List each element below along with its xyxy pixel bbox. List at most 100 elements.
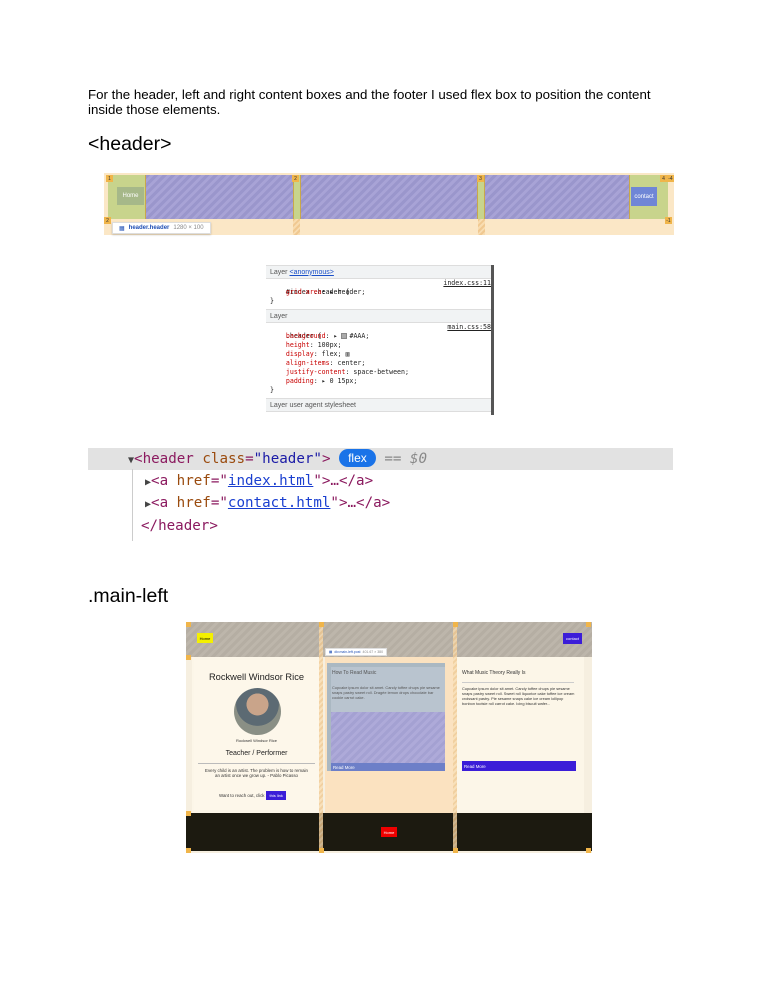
- element-tooltip: ▦ header.header 1280 × 100: [112, 222, 211, 234]
- collapsed-content: >…</a>: [321, 473, 374, 489]
- css-value: header;: [337, 288, 366, 296]
- css-declaration[interactable]: padding: ▸ 0 15px;: [266, 377, 491, 386]
- contact-link: contact: [563, 633, 582, 644]
- grid-line-marker: [186, 655, 191, 660]
- main-left-screenshot: Home contact Rockwell Windsor Rice Rockw…: [186, 622, 592, 853]
- post-title: How To Read Music: [332, 670, 377, 676]
- href-link[interactable]: contact.html: [228, 495, 331, 511]
- header-grid-screenshot: Home contact 1 2 3 4 -4 2 -1 ▦ header.he…: [104, 173, 674, 239]
- css-selector: #index .header { index.css:11: [266, 279, 491, 296]
- css-rule-close: }: [270, 297, 274, 305]
- grid-gap-stripe: [319, 622, 323, 853]
- dom-node-a[interactable]: ▶<a href="index.html">…</a>: [88, 470, 373, 492]
- grid-line-marker: [586, 622, 591, 627]
- devtools-elements-panel: ▼<header class="header"> flex == $0 ▶<a …: [88, 446, 673, 542]
- css-source-link[interactable]: main.css:58: [447, 323, 491, 332]
- post-body: Cupcake ipsum dolor sit amet. Candy toff…: [462, 686, 575, 706]
- grid-line-marker: [319, 622, 324, 627]
- post-body: Cupcake ipsum dolor sit amet. Candy toff…: [332, 685, 440, 700]
- grid-line-number: -4: [667, 175, 674, 182]
- grid-line-number: 4: [660, 175, 667, 182]
- layer-heading: Layer user agent stylesheet: [266, 398, 491, 412]
- profile-name: Rockwell Windsor Rice: [208, 672, 305, 682]
- reach-link-button: this link: [266, 791, 286, 800]
- css-declaration[interactable]: justify-content: space-between;: [266, 368, 491, 377]
- tooltip-element-dims: 1280 × 100: [173, 225, 204, 231]
- grid-line-number: 2: [104, 217, 111, 224]
- tooltip-element-name: header.header: [128, 225, 170, 231]
- avatar-caption: Rockwell Windsor Rice: [236, 738, 277, 743]
- section-title-header: <header>: [88, 133, 172, 155]
- grid-line-number: 2: [292, 175, 299, 182]
- grid-line-marker: [586, 848, 591, 853]
- grid-icon: ▦: [329, 650, 333, 654]
- read-more-button: Read More: [331, 763, 445, 771]
- css-declaration[interactable]: background: ▸ #AAA;: [266, 332, 491, 341]
- color-swatch-icon[interactable]: [341, 333, 348, 339]
- grid-line-marker: [453, 622, 458, 627]
- header-contact-link: contact: [631, 187, 657, 206]
- footer-home-link: Home: [381, 827, 397, 837]
- reach-out-line: Want to reach out, click this link: [219, 791, 286, 800]
- post-card-highlighted: How To Read Music Cupcake ipsum dolor si…: [327, 663, 445, 771]
- flex-badge[interactable]: flex: [339, 449, 376, 467]
- divider: [198, 763, 315, 764]
- home-link: Home: [197, 633, 213, 643]
- css-property: background: [285, 332, 326, 340]
- css-value: #AAA;: [349, 332, 370, 340]
- header-grid-column: [300, 175, 478, 219]
- css-declaration[interactable]: align-items: center;: [266, 359, 491, 368]
- dom-node-header[interactable]: ▼<header class="header"> flex == $0: [88, 448, 673, 470]
- layer-label: Layer: [270, 268, 288, 276]
- css-property: grid-area: [285, 288, 322, 296]
- css-source-link[interactable]: index.css:11: [443, 279, 491, 288]
- grid-icon: ▦: [119, 225, 125, 232]
- divider: [462, 682, 574, 683]
- header-grid-column: [145, 175, 294, 219]
- profile-card: Rockwell Windsor Rice Rockwell Windsor R…: [194, 660, 319, 810]
- grid-line-marker: [186, 811, 191, 816]
- header-grid-column: [484, 175, 630, 219]
- css-declaration[interactable]: display: flex; ▥: [266, 350, 491, 359]
- grid-column: [457, 657, 584, 813]
- dom-node-a[interactable]: ▶<a href="contact.html">…</a>: [88, 492, 390, 514]
- grid-line-marker: [186, 622, 191, 627]
- css-rule-close: }: [270, 386, 274, 394]
- layer-anonymous-link[interactable]: <anonymous>: [290, 269, 334, 276]
- grid-line-marker: [453, 848, 458, 853]
- page-header: Home contact: [186, 622, 592, 657]
- css-value: flex;: [321, 350, 342, 358]
- css-declaration[interactable]: height: 100px;: [266, 341, 491, 350]
- element-tooltip: ▦ div.main-left.post 401.67 × 380: [325, 648, 388, 656]
- css-selector: .header { main.css:58: [266, 323, 491, 340]
- grid-line-number: 1: [106, 175, 113, 182]
- page-footer: Home: [186, 813, 592, 851]
- intro-paragraph: For the header, left and right content b…: [88, 87, 651, 117]
- tooltip-element-name: div.main-left.post: [334, 650, 361, 654]
- attr-name: class: [202, 451, 246, 467]
- layer-heading: Layer <anonymous>: [266, 265, 491, 279]
- grid-line-number: -1: [665, 217, 672, 224]
- flexbox-editor-icon[interactable]: ▥: [345, 350, 349, 358]
- grid-gap-stripe: [453, 622, 457, 853]
- css-value: center;: [337, 359, 366, 367]
- href-link[interactable]: index.html: [228, 473, 313, 489]
- css-value: space-between;: [353, 368, 409, 376]
- css-value: 100px;: [317, 341, 342, 349]
- grid-gap-stripe: [293, 219, 300, 235]
- css-value: 0 15px;: [329, 377, 358, 385]
- css-declaration[interactable]: grid-area: ▸ header;: [266, 288, 491, 297]
- reach-text: Want to reach out, click: [219, 793, 265, 798]
- tag-name: header: [142, 451, 194, 467]
- layer-heading: Layer: [266, 309, 491, 323]
- css-property: align-items: [285, 359, 330, 367]
- header-home-link: Home: [117, 187, 144, 205]
- section-title-main-left: .main-left: [88, 585, 169, 607]
- css-property: justify-content: [285, 368, 346, 376]
- grid-line-marker: [319, 848, 324, 853]
- grid-line-marker: [186, 848, 191, 853]
- grid-line-number: 3: [477, 175, 484, 182]
- grid-gap-stripe: [478, 219, 485, 235]
- css-property: padding: [285, 377, 314, 385]
- avatar: [234, 688, 281, 735]
